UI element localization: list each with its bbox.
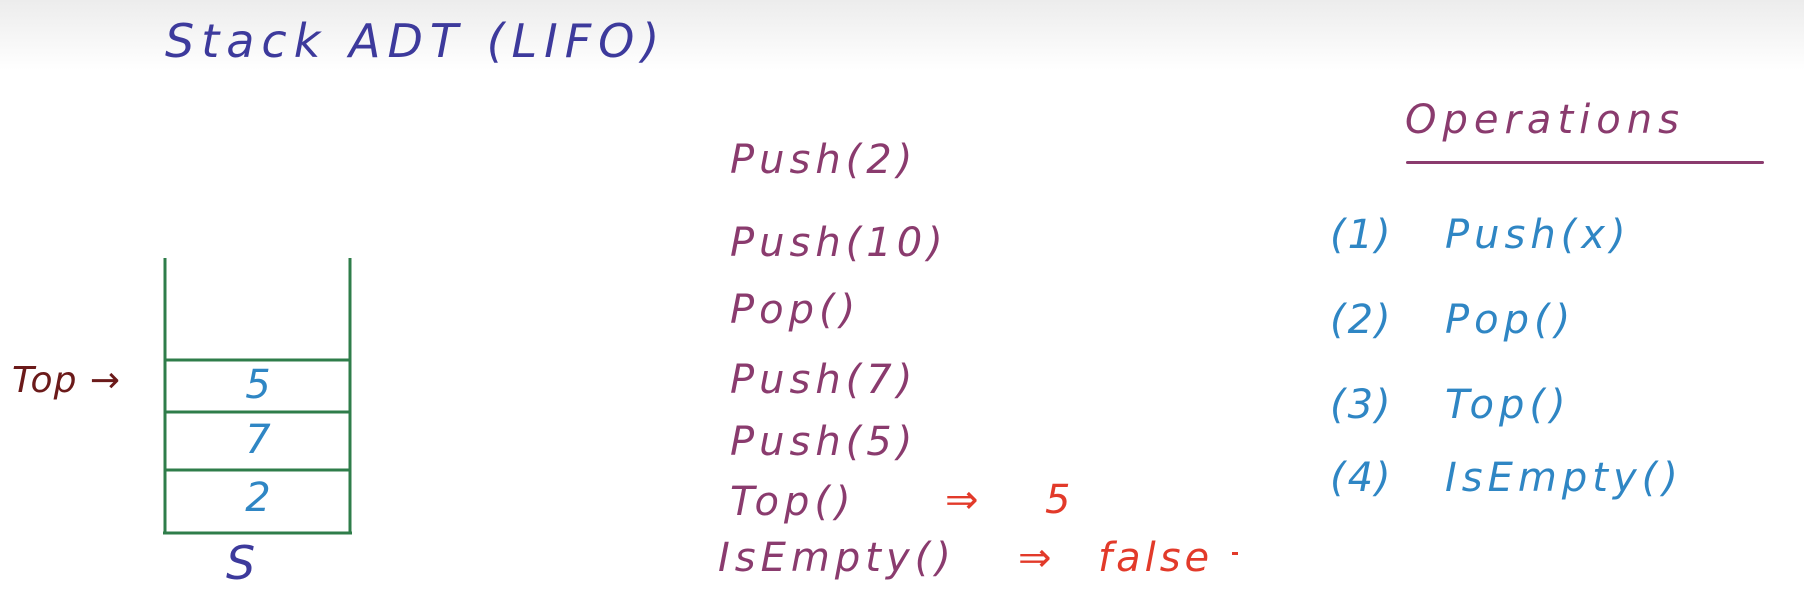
whiteboard-canvas: Stack ADT (LIFO) Push(2) Push(10) Pop() … bbox=[0, 0, 1804, 596]
stack-cell-top: 5 bbox=[245, 362, 271, 408]
stack-cell-bottom: 2 bbox=[245, 475, 271, 521]
stack-cell-middle: 7 bbox=[245, 417, 271, 463]
stack-name: S bbox=[226, 536, 256, 590]
top-pointer-label: Top → bbox=[12, 360, 122, 401]
